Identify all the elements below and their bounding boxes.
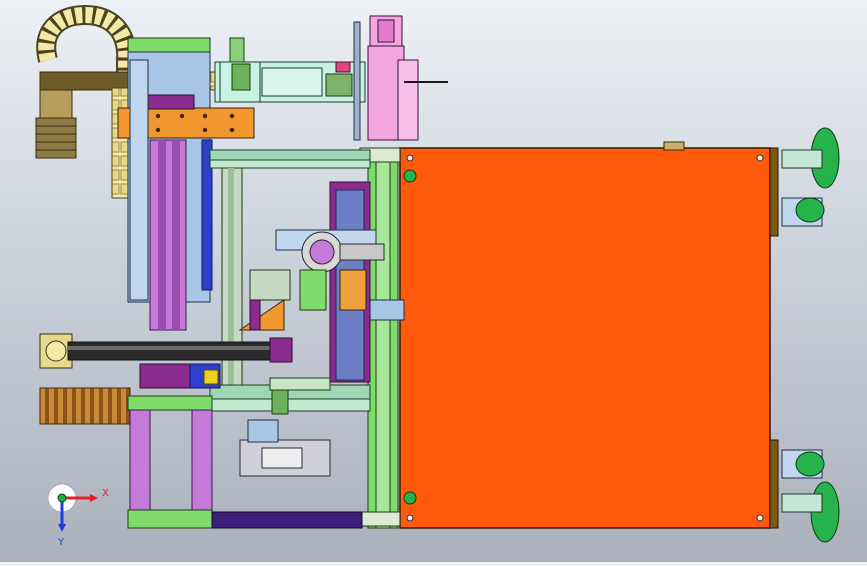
right-wheels	[781, 127, 840, 543]
cad-model-scene: X Y	[35, 4, 840, 548]
axis-triad: X Y	[47, 483, 109, 548]
center-mechanism	[238, 181, 385, 415]
pink-cylinder	[353, 15, 448, 141]
main-orange-plate	[399, 141, 779, 529]
bottom-frame	[127, 395, 363, 529]
x-axis-label: X	[102, 488, 109, 499]
drag-chain-vertical	[111, 87, 129, 199]
left-gear-motor	[35, 89, 77, 159]
cad-viewport[interactable]: X Y	[0, 0, 867, 562]
y-axis-label: Y	[57, 537, 65, 548]
top-slide-assembly	[214, 37, 366, 103]
z-axis-dot	[57, 493, 67, 503]
vertical-plate	[353, 21, 361, 141]
